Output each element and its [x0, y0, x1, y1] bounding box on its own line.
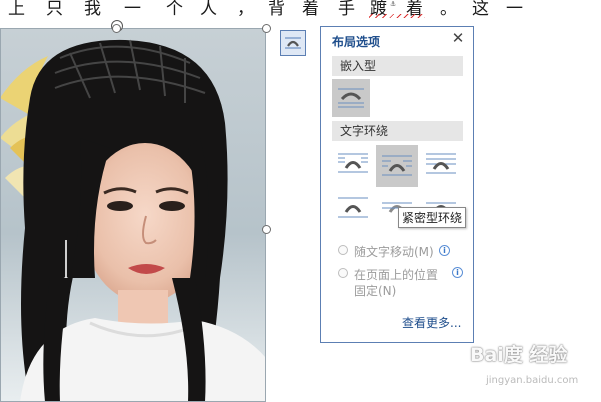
radio-button[interactable]: [338, 245, 348, 255]
char: 一: [124, 0, 141, 19]
char: 我: [84, 0, 101, 19]
resize-handle-top-right[interactable]: [262, 24, 271, 33]
resize-handle-top[interactable]: [112, 24, 121, 33]
tooltip: 紧密型环绕: [398, 207, 467, 228]
spellcheck-underline: [369, 14, 425, 18]
inline-with-text-icon: [338, 88, 364, 108]
char: 。: [440, 0, 457, 19]
inline-section-header: 嵌入型: [332, 56, 463, 76]
through-wrap-option[interactable]: [422, 145, 460, 183]
close-icon[interactable]: ✕: [451, 30, 465, 46]
square-wrap-icon: [338, 153, 368, 173]
info-icon[interactable]: i: [439, 245, 450, 256]
radio-label: 在页面上的位置: [354, 268, 439, 282]
tight-wrap-icon: [382, 155, 412, 176]
char: 只: [46, 0, 63, 19]
char: 着: [302, 0, 319, 19]
radio-label-line2: 固定(N): [354, 284, 397, 298]
info-icon[interactable]: i: [452, 267, 463, 278]
top-bottom-wrap-icon: [338, 197, 368, 218]
char: 人: [200, 0, 217, 19]
top-bottom-wrap-option[interactable]: [334, 189, 372, 227]
anchor-icon: ⚓: [390, 0, 397, 8]
through-wrap-icon: [426, 153, 456, 174]
portrait-photo: [0, 28, 266, 402]
tight-wrap-option[interactable]: [376, 145, 418, 187]
radio-label: 随文字移动(M): [354, 245, 434, 259]
layout-options-button[interactable]: [280, 30, 306, 56]
char: 这: [472, 0, 489, 19]
document-text-line[interactable]: 上 只 我 一 个 人 ， 背 着 手 踱 着 。 这 一: [0, 0, 601, 24]
char: 手: [338, 0, 355, 19]
char: ，: [237, 0, 254, 19]
char: 上: [8, 0, 25, 19]
layout-options-icon: [285, 37, 301, 49]
radio-button[interactable]: [338, 268, 348, 278]
panel-title: 布局选项: [332, 35, 381, 49]
char: 背: [268, 0, 285, 19]
wrap-section-header: 文字环绕: [332, 121, 463, 141]
resize-handle-right[interactable]: [262, 225, 271, 234]
watermark-logo: Bai度 经验: [470, 344, 568, 366]
char: 一: [506, 0, 523, 19]
inline-with-text-option[interactable]: [332, 79, 370, 117]
char: 个: [166, 0, 183, 19]
inserted-picture[interactable]: [0, 28, 266, 402]
see-more-link[interactable]: 查看更多...: [402, 314, 461, 331]
square-wrap-option[interactable]: [334, 145, 372, 183]
watermark-url: jingyan.baidu.com: [486, 375, 579, 386]
